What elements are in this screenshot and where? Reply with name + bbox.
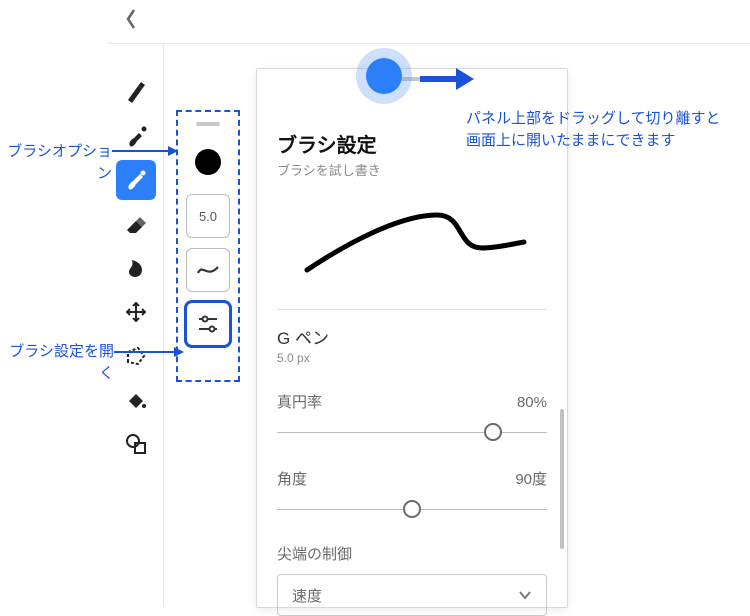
tip-control-label: 尖端の制御: [277, 543, 547, 564]
divider: [277, 309, 547, 310]
current-brush-name: G ペン: [277, 324, 547, 349]
chevron-down-icon: [518, 587, 532, 604]
brush-stroke-preview[interactable]: [277, 185, 547, 305]
annotation-brush-options-leader: [112, 148, 180, 167]
slider-roundness-track[interactable]: [277, 422, 547, 442]
brush-color-swatch[interactable]: [186, 140, 230, 184]
annotation-drag-tip-line1: パネル上部をドラッグして切り離すと: [466, 110, 721, 127]
slider-angle-label: 角度: [277, 468, 307, 489]
tip-control-dropdown[interactable]: 速度: [277, 574, 547, 616]
tool-toolbar: [108, 44, 164, 606]
annotation-open-settings-leader: [114, 349, 186, 368]
tool-eraser[interactable]: [116, 204, 156, 244]
slider-roundness-value: 80%: [517, 394, 547, 411]
brush-smoothing-icon[interactable]: [186, 248, 230, 292]
brush-settings-button[interactable]: [186, 302, 230, 346]
brush-size-value[interactable]: 5.0: [186, 194, 230, 238]
top-bar: [108, 0, 750, 44]
panel-scrollbar[interactable]: [560, 409, 564, 549]
slider-angle-value: 90度: [515, 468, 547, 489]
drag-arrow-icon: [420, 66, 474, 97]
tool-move[interactable]: [116, 292, 156, 332]
tool-shape[interactable]: [116, 424, 156, 464]
slider-roundness-label: 真円率: [277, 391, 322, 412]
slider-angle-thumb[interactable]: [403, 500, 421, 518]
annotation-drag-tip-line2: 画面上に開いたままにできます: [466, 132, 676, 149]
dropdown-selected: 速度: [292, 585, 322, 606]
brush-options-column: 5.0: [182, 116, 234, 346]
brush-options-handle[interactable]: [196, 122, 220, 126]
annotation-brush-options: ブラシオプション: [0, 141, 112, 185]
current-brush-size: 5.0 px: [277, 351, 547, 365]
tool-fill[interactable]: [116, 380, 156, 420]
drag-indicator-dot: [366, 58, 402, 94]
annotation-drag-tip: パネル上部をドラッグして切り離すと 画面上に開いたままにできます: [466, 108, 748, 152]
panel-subtitle: ブラシを試し書き: [277, 160, 547, 179]
back-button[interactable]: [124, 8, 138, 35]
slider-roundness-thumb[interactable]: [484, 423, 502, 441]
slider-angle: 角度 90度: [277, 468, 547, 519]
slider-roundness: 真円率 80%: [277, 391, 547, 442]
tool-marker[interactable]: [116, 72, 156, 112]
tool-smudge[interactable]: [116, 248, 156, 288]
slider-angle-track[interactable]: [277, 499, 547, 519]
annotation-open-settings: ブラシ設定を開く: [0, 341, 114, 385]
